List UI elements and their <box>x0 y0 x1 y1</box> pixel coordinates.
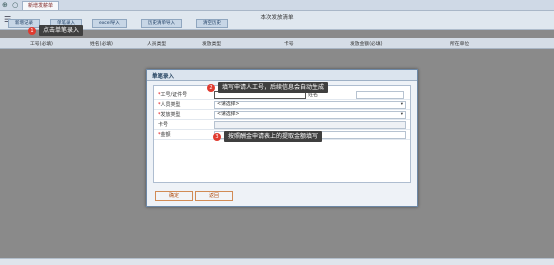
card-label: 卡号 <box>158 122 169 128</box>
person-type-select[interactable]: <请选择> ▾ <box>214 101 406 109</box>
row-pay-type: *发放类型 <请选择> ▾ <box>154 110 410 120</box>
callout-single-entry: 点击单笔录入 <box>39 25 84 36</box>
table-header: 工号(必填) 姓名(必填) 人员类型 发放类型 卡号 发放金额(必填) 所在单位 <box>0 38 554 49</box>
table-title: 本次发放清单 <box>260 15 294 21</box>
person-type-label: 人员类型 <box>160 102 181 108</box>
amount-label: 金额 <box>160 132 171 138</box>
employee-id-label: 工号/证件号 <box>160 92 188 98</box>
column-header[interactable]: 发放类型 <box>202 40 221 47</box>
clear-history-button[interactable]: 清空历史 <box>196 19 228 28</box>
step-2-badge: 2 <box>207 84 215 92</box>
history-import-button[interactable]: 历史清单导入 <box>141 19 182 28</box>
close-icon[interactable]: ✕ <box>152 72 413 78</box>
confirm-button[interactable]: 确定 <box>155 191 193 201</box>
chevron-down-icon: ▾ <box>400 102 403 107</box>
window-tab-bar: ⊕ ○ ⊗ 新增发薪单 <box>0 0 554 11</box>
chevron-down-icon: ▾ <box>400 112 403 117</box>
callout-employee-id: 填写申请人工号，后续信息会自动生成 <box>218 82 329 93</box>
dialog-titlebar: 单笔录入 ✕ <box>147 70 417 81</box>
pay-type-select[interactable]: <请选择> ▾ <box>214 111 406 119</box>
row-card: 卡号 <box>154 120 410 130</box>
pay-type-value: <请选择> <box>217 112 240 117</box>
column-header[interactable]: 工号(必填) <box>30 40 53 47</box>
callout-amount: 按照酬金申请表上的提取金额填写 <box>224 131 323 142</box>
person-type-value: <请选择> <box>217 102 240 107</box>
column-header[interactable]: 人员类型 <box>147 40 166 47</box>
tab-new-payroll[interactable]: 新增发薪单 <box>22 1 60 10</box>
column-header[interactable]: 所在单位 <box>450 40 469 47</box>
name-input[interactable] <box>356 91 404 99</box>
step-1-badge: 1 <box>28 27 36 35</box>
card-input[interactable] <box>214 121 406 129</box>
row-person-type: *人员类型 <请选择> ▾ <box>154 100 410 110</box>
column-header[interactable]: 姓名(必填) <box>90 40 113 47</box>
pay-type-label: 发放类型 <box>160 112 181 118</box>
back-button[interactable]: 返回 <box>195 191 233 201</box>
column-header[interactable]: 发放金额(必填) <box>350 40 383 47</box>
add-record-button[interactable]: 新增记录 <box>8 19 40 28</box>
column-header[interactable]: 卡号 <box>284 40 294 47</box>
step-3-badge: 3 <box>213 133 221 141</box>
excel-import-button[interactable]: excel导入 <box>92 19 127 28</box>
